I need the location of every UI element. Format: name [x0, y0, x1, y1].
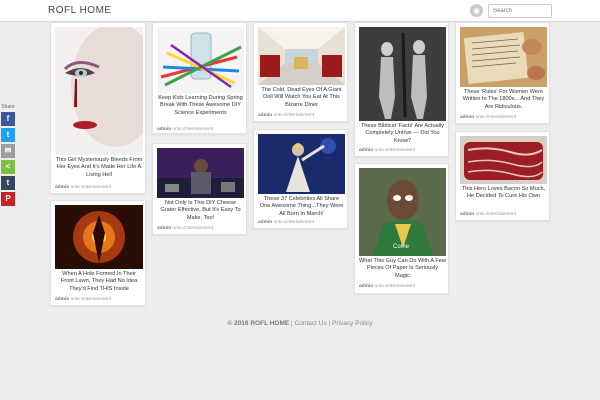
top-bar: ROFL HOME ◉	[0, 0, 600, 22]
article-title[interactable]: These 'Rules' For Women Were Written In …	[460, 89, 547, 111]
article-meta: admin onto Entertainment	[258, 220, 315, 225]
article-meta: admin onto Entertainment	[359, 284, 416, 289]
article-thumbnail[interactable]	[460, 136, 547, 184]
article-thumbnail[interactable]	[258, 27, 345, 85]
article-thumbnail[interactable]	[55, 205, 143, 269]
tumblr-icon[interactable]: t	[1, 176, 15, 190]
footer-separator: |	[291, 320, 293, 327]
article-card[interactable]: These 37 Celebrities All Share One Aweso…	[253, 129, 348, 229]
article-title[interactable]: This Girl Mysteriously Bleeds From Her E…	[55, 157, 143, 179]
pinterest-icon[interactable]: P	[1, 192, 15, 206]
article-title[interactable]: When A Hole Formed In Their Front Lawn, …	[55, 271, 143, 293]
article-thumbnail[interactable]	[157, 27, 244, 93]
article-meta: admin onto Entertainment	[460, 115, 517, 120]
article-title[interactable]: What This Guy Can Do With A Few Pieces O…	[359, 258, 446, 280]
article-thumbnail[interactable]	[460, 27, 547, 87]
rss-icon[interactable]: ◉	[470, 4, 483, 17]
article-title[interactable]: Keep Kids Learning During Spring Break W…	[157, 95, 244, 117]
article-card[interactable]: These 'Rules' For Women Were Written In …	[455, 22, 550, 124]
article-card[interactable]: This Hero Loves Bacon So Much, He Decide…	[455, 131, 550, 221]
article-card[interactable]: This Girl Mysteriously Bleeds From Her E…	[50, 22, 146, 194]
article-thumbnail[interactable]	[359, 27, 446, 121]
article-title[interactable]: These 37 Celebrities All Share One Aweso…	[258, 196, 345, 218]
article-thumbnail[interactable]	[157, 148, 244, 198]
article-card[interactable]: The Cold, Dead Eyes Of A Giant Doll Will…	[253, 22, 348, 122]
article-meta: admin onto Entertainment	[157, 127, 214, 132]
article-title[interactable]: This Hero Loves Bacon So Much, He Decide…	[460, 186, 547, 201]
article-title[interactable]: These Biblical 'Facts' Are Actually Comp…	[359, 123, 446, 145]
article-card[interactable]: Not Only Is This DIY Cheese Grater Effec…	[152, 143, 247, 235]
article-card[interactable]: These Biblical 'Facts' Are Actually Comp…	[354, 22, 449, 157]
email-icon[interactable]: ✉	[1, 144, 15, 158]
article-meta: admin onto Entertainment	[359, 148, 416, 153]
article-card[interactable]: Keep Kids Learning During Spring Break W…	[152, 22, 247, 134]
article-title[interactable]: The Cold, Dead Eyes Of A Giant Doll Will…	[258, 87, 345, 109]
thumbnail-caption: Come	[393, 244, 410, 250]
contact-link[interactable]: Contact Us	[295, 320, 327, 327]
article-card[interactable]: Come What This Guy Can Do With A Few Pie…	[354, 163, 449, 294]
article-title[interactable]: Not Only Is This DIY Cheese Grater Effec…	[157, 200, 244, 222]
article-meta: admin onto Entertainment	[157, 226, 214, 231]
share-label: Share	[1, 104, 15, 110]
article-thumbnail[interactable]	[258, 134, 345, 194]
footer-copyright: © 2016 ROFL HOME	[227, 320, 290, 327]
footer-separator: |	[328, 320, 331, 327]
article-meta: admin onto Entertainment	[258, 113, 315, 118]
twitter-icon[interactable]: t	[1, 128, 15, 142]
article-thumbnail[interactable]	[359, 168, 446, 256]
share-icon[interactable]: <	[1, 160, 15, 174]
article-card[interactable]: When A Hole Formed In Their Front Lawn, …	[50, 200, 146, 306]
article-meta: admin onto Entertainment	[55, 297, 112, 302]
site-logo[interactable]: ROFL HOME	[48, 5, 112, 16]
article-meta: admin onto Entertainment	[460, 212, 517, 217]
article-meta: admin onto Entertainment	[55, 185, 112, 190]
share-sidebar: Share f t ✉ < t P	[0, 103, 16, 208]
privacy-link[interactable]: Privacy Policy	[332, 320, 372, 327]
article-thumbnail[interactable]	[55, 27, 143, 155]
facebook-icon[interactable]: f	[1, 112, 15, 126]
search-input[interactable]	[488, 4, 552, 18]
footer: © 2016 ROFL HOME | Contact Us | Privacy …	[0, 320, 600, 327]
